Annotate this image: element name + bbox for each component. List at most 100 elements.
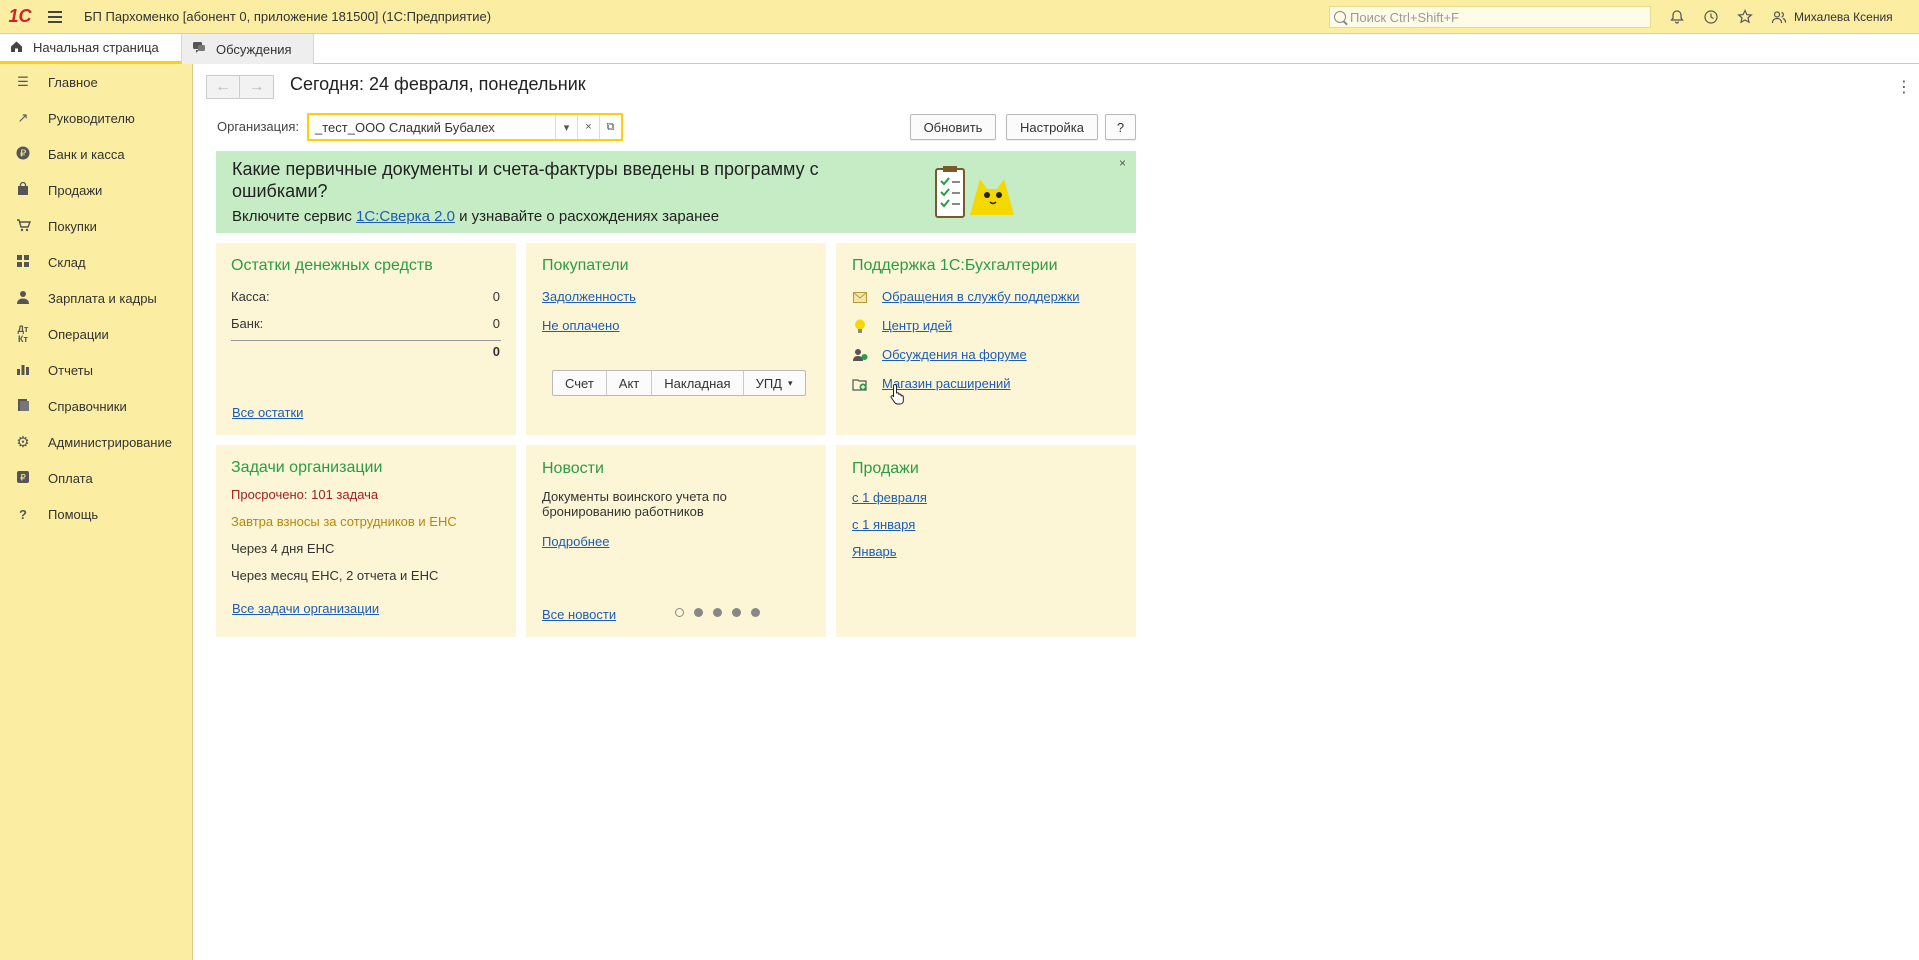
user-name[interactable]: Михалева Ксения xyxy=(1794,0,1893,34)
act-button[interactable]: Акт xyxy=(607,371,653,395)
invoice-button[interactable]: Счет xyxy=(553,371,607,395)
banner-close-icon[interactable]: × xyxy=(1119,156,1126,170)
unpaid-link[interactable]: Не оплачено xyxy=(542,318,619,333)
svg-text:₽: ₽ xyxy=(20,473,26,483)
sidebar: ☰ Главное ↗ Руководителю ₽ Банк и касса … xyxy=(0,64,193,960)
refresh-button[interactable]: Обновить xyxy=(910,114,996,140)
history-icon[interactable] xyxy=(1694,0,1728,34)
sidebar-item-label: Зарплата и кадры xyxy=(48,290,157,306)
task-in-month[interactable]: Через месяц ЕНС, 2 отчета и ЕНС xyxy=(231,568,438,583)
dropdown-icon[interactable]: ▾ xyxy=(555,115,577,139)
ruble-icon: ₽ xyxy=(14,146,32,163)
dt-kt-icon: Дт Кт xyxy=(17,324,29,344)
cash-widget: Остатки денежных средств Касса: 0 Банк: … xyxy=(216,243,516,435)
sidebar-item-label: Администрирование xyxy=(48,434,172,450)
cash-value: 0 xyxy=(492,289,500,304)
question-icon: ? xyxy=(19,506,27,522)
bank-label: Банк: xyxy=(231,316,264,331)
task-in-4-days[interactable]: Через 4 дня ЕНС xyxy=(231,541,334,556)
tab-discussions[interactable]: Обсуждения xyxy=(182,34,314,64)
tab-label: Обсуждения xyxy=(216,41,292,57)
svg-text:₽: ₽ xyxy=(20,148,27,159)
sidebar-item-reports[interactable]: Отчеты xyxy=(0,352,192,388)
sverka-link[interactable]: 1С:Сверка 2.0 xyxy=(356,208,455,225)
settings-button[interactable]: Настройка xyxy=(1006,114,1098,140)
sidebar-item-bank[interactable]: ₽ Банк и касса xyxy=(0,136,192,172)
sidebar-item-manager[interactable]: ↗ Руководителю xyxy=(0,100,192,136)
tab-home[interactable]: Начальная страница xyxy=(0,34,182,64)
sales-since-feb-link[interactable]: с 1 февраля xyxy=(852,490,927,505)
main-menu-icon[interactable] xyxy=(40,0,70,34)
open-icon[interactable]: ⧉ xyxy=(599,115,621,139)
sidebar-item-sales[interactable]: Продажи xyxy=(0,172,192,208)
pager-dot[interactable] xyxy=(732,608,741,617)
sidebar-item-label: Оплата xyxy=(48,470,93,486)
upd-button[interactable]: УПД ▾ xyxy=(744,371,805,395)
sidebar-item-label: Операции xyxy=(48,326,109,342)
forward-arrow-icon[interactable]: → xyxy=(240,76,273,98)
history-nav: ← → xyxy=(206,75,274,99)
org-field[interactable]: _тест_ООО Сладкий Бубалех ▾ × ⧉ xyxy=(307,113,623,141)
tasks-widget: Задачи организации Просрочено: 101 задач… xyxy=(216,445,516,637)
debt-link[interactable]: Задолженность xyxy=(542,289,636,304)
promo-banner: Какие первичные документы и счета-фактур… xyxy=(216,151,1136,233)
back-arrow-icon[interactable]: ← xyxy=(207,76,241,98)
person-icon xyxy=(14,290,32,307)
clear-icon[interactable]: × xyxy=(577,115,599,139)
sidebar-item-label: Главное xyxy=(48,74,98,90)
pager-dot[interactable] xyxy=(675,608,684,617)
ideas-center-link[interactable]: Центр идей xyxy=(882,318,952,333)
widget-title: Поддержка 1С:Бухгалтерии xyxy=(852,257,1058,274)
widget-title: Остатки денежных средств xyxy=(231,257,433,274)
sidebar-item-admin[interactable]: ⚙ Администрирование xyxy=(0,424,192,460)
bell-icon[interactable] xyxy=(1660,0,1694,34)
window-title: БП Пархоменко [абонент 0, приложение 181… xyxy=(84,9,492,24)
news-more-link[interactable]: Подробнее xyxy=(542,534,609,549)
sales-january-link[interactable]: Январь xyxy=(852,544,897,559)
search-icon xyxy=(1334,11,1346,23)
users-icon[interactable] xyxy=(1762,0,1796,34)
cash-label: Касса: xyxy=(231,289,270,304)
grid-icon xyxy=(14,254,32,271)
bank-value: 0 xyxy=(492,316,500,331)
store-icon xyxy=(852,376,868,392)
sidebar-item-label: Руководителю xyxy=(48,110,135,126)
support-request-link[interactable]: Обращения в службу поддержки xyxy=(882,289,1080,304)
search-input[interactable]: Поиск Ctrl+Shift+F xyxy=(1329,6,1651,28)
sidebar-item-warehouse[interactable]: Склад xyxy=(0,244,192,280)
chevron-down-icon: ▾ xyxy=(787,377,793,388)
search-placeholder: Поиск Ctrl+Shift+F xyxy=(1350,9,1459,25)
sales-since-jan-link[interactable]: с 1 января xyxy=(852,517,915,532)
waybill-button[interactable]: Накладная xyxy=(652,371,744,395)
sidebar-item-payment[interactable]: ₽ Оплата xyxy=(0,460,192,496)
task-tomorrow[interactable]: Завтра взносы за сотрудников и ЕНС xyxy=(231,514,457,529)
sidebar-item-salary[interactable]: Зарплата и кадры xyxy=(0,280,192,316)
bars-icon xyxy=(14,362,32,379)
sidebar-item-label: Продажи xyxy=(48,182,103,198)
sidebar-item-label: Отчеты xyxy=(48,362,93,378)
support-widget: Поддержка 1С:Бухгалтерии Обращения в слу… xyxy=(836,243,1136,435)
tab-label: Начальная страница xyxy=(33,40,159,55)
all-tasks-link[interactable]: Все задачи организации xyxy=(232,601,379,616)
help-button[interactable]: ? xyxy=(1105,114,1136,140)
star-icon[interactable] xyxy=(1728,0,1762,34)
cart-icon xyxy=(14,218,32,235)
sidebar-item-catalogs[interactable]: Справочники xyxy=(0,388,192,424)
all-balances-link[interactable]: Все остатки xyxy=(232,405,303,420)
sidebar-item-main[interactable]: ☰ Главное xyxy=(0,64,192,100)
page-title: Сегодня: 24 февраля, понедельник xyxy=(290,74,586,94)
sidebar-item-purchases[interactable]: Покупки xyxy=(0,208,192,244)
sidebar-item-operations[interactable]: Дт Кт Операции xyxy=(0,316,192,352)
widget-title: Покупатели xyxy=(542,257,629,274)
sales-widget: Продажи с 1 февраля с 1 января Январь xyxy=(836,445,1136,637)
sidebar-item-help[interactable]: ? Помощь xyxy=(0,496,192,532)
app-logo[interactable]: 1С xyxy=(0,0,40,34)
more-vertical-icon[interactable]: ⋮ xyxy=(1896,77,1912,97)
org-value[interactable]: _тест_ООО Сладкий Бубалех xyxy=(309,120,555,135)
forum-link[interactable]: Обсуждения на форуме xyxy=(882,347,1027,362)
pager-dot[interactable] xyxy=(751,608,760,617)
all-news-link[interactable]: Все новости xyxy=(542,607,616,622)
pager-dot[interactable] xyxy=(694,608,703,617)
pager-dot[interactable] xyxy=(713,608,722,617)
task-overdue[interactable]: Просрочено: 101 задача xyxy=(231,487,378,502)
